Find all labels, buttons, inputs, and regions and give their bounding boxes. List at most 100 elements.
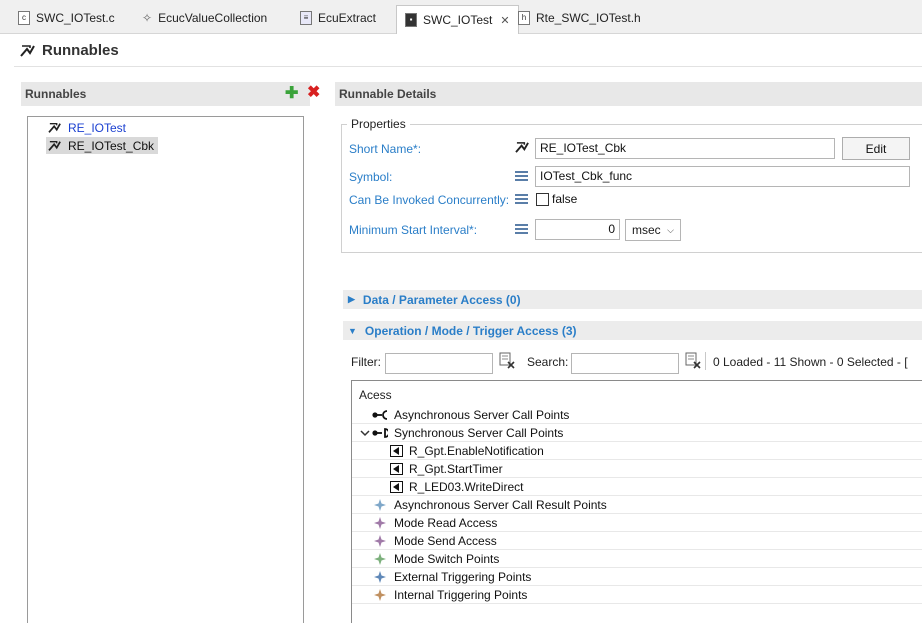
runnables-panel-header: Runnables ✚ ✖: [21, 82, 320, 106]
mode-switch-icon: [372, 552, 388, 566]
section-title: Operation / Mode / Trigger Access (3): [364, 323, 577, 338]
clear-filter-icon[interactable]: [499, 352, 515, 369]
list-icon: [515, 171, 528, 182]
properties-group-label: Properties: [347, 117, 410, 131]
table-row[interactable]: Asynchronous Server Call Points: [352, 406, 922, 424]
swc-icon: ▪: [405, 13, 417, 27]
chevron-down-icon: ▼: [348, 325, 357, 336]
table-row[interactable]: R_Gpt.EnableNotification: [352, 442, 922, 460]
interval-unit-value: msec: [632, 223, 661, 237]
filter-label: Filter:: [351, 355, 381, 369]
interval-label: Minimum Start Interval*:: [349, 223, 478, 237]
table-row[interactable]: Mode Switch Points: [352, 550, 922, 568]
internal-trigger-icon: [372, 588, 388, 602]
page-title-text: Runnables: [42, 42, 119, 59]
chevron-down-icon[interactable]: [357, 426, 373, 440]
async-result-icon: [372, 498, 388, 512]
list-item-re-iotest-cbk[interactable]: RE_IOTest_Cbk: [46, 137, 159, 154]
column-header: Acess: [359, 388, 392, 402]
list-item-label: RE_IOTest_Cbk: [68, 138, 155, 153]
clear-search-icon[interactable]: [685, 352, 701, 369]
row-label: Asynchronous Server Call Result Points: [394, 497, 607, 512]
divider: [705, 352, 706, 370]
filter-input[interactable]: [385, 353, 493, 374]
port-operation-icon: [388, 462, 404, 476]
port-operation-icon: [388, 480, 404, 494]
close-icon[interactable]: ✕: [500, 14, 509, 27]
tab-swc-iotest-c[interactable]: c SWC_IOTest.c: [10, 7, 123, 29]
divider: [14, 66, 922, 67]
editor-tab-bar: c SWC_IOTest.c ✧ EcucValueCollection ≡ E…: [0, 0, 922, 34]
short-name-field[interactable]: RE_IOTest_Cbk: [535, 138, 835, 159]
ecu-extract-icon: ≡: [300, 11, 312, 25]
row-label: R_Gpt.EnableNotification: [409, 443, 544, 458]
row-label: Internal Triggering Points: [394, 587, 528, 602]
search-input[interactable]: [571, 353, 679, 374]
status-text: 0 Loaded - 11 Shown - 0 Selected - [: [713, 355, 908, 369]
table-row[interactable]: Synchronous Server Call Points: [352, 424, 922, 442]
tab-swc-iotest[interactable]: ▪ SWC_IOTest ✕: [396, 5, 519, 34]
table-row[interactable]: Mode Send Access: [352, 532, 922, 550]
row-label: Asynchronous Server Call Points: [394, 407, 570, 422]
row-label: Mode Send Access: [394, 533, 497, 548]
runnable-details-header: Runnable Details: [335, 82, 922, 106]
tab-rte-swc-iotest-h[interactable]: h Rte_SWC_IOTest.h: [510, 7, 649, 29]
list-icon: [515, 194, 528, 205]
runnable-icon: [48, 122, 61, 133]
runnable-icon: [515, 142, 529, 153]
runnables-panel-title: Runnables: [25, 87, 87, 101]
row-label: R_Gpt.StartTimer: [409, 461, 503, 476]
table-row[interactable]: External Triggering Points: [352, 568, 922, 586]
port-operation-icon: [388, 444, 404, 458]
list-item-label: RE_IOTest: [68, 120, 127, 135]
runnables-list: RE_IOTest RE_IOTest_Cbk: [27, 116, 304, 623]
concurrent-checkbox[interactable]: [536, 193, 549, 206]
table-row[interactable]: R_LED03.WriteDirect: [352, 478, 922, 496]
runnable-icon: [48, 140, 61, 151]
tab-label: SWC_IOTest: [423, 13, 493, 27]
symbol-label: Symbol:: [349, 170, 393, 184]
mode-send-icon: [372, 534, 388, 548]
mode-read-icon: [372, 516, 388, 530]
row-label: Synchronous Server Call Points: [394, 425, 564, 440]
symbol-field[interactable]: IOTest_Cbk_func: [535, 166, 910, 187]
ecuc-collection-icon: ✧: [142, 11, 153, 25]
tab-ecuc-value-collection[interactable]: ✧ EcucValueCollection: [134, 7, 275, 29]
row-label: Mode Read Access: [394, 515, 498, 530]
list-icon: [515, 224, 528, 235]
add-runnable-button[interactable]: ✚: [285, 86, 298, 102]
sync-call-icon: [372, 426, 388, 440]
external-trigger-icon: [372, 570, 388, 584]
runnable-details-title: Runnable Details: [339, 87, 437, 101]
c-file-icon: c: [18, 11, 30, 25]
row-label: External Triggering Points: [394, 569, 532, 584]
tab-label: EcucValueCollection: [158, 11, 268, 25]
tab-ecu-extract[interactable]: ≡ EcuExtract: [292, 7, 384, 29]
row-label: R_LED03.WriteDirect: [409, 479, 524, 494]
tab-label: Rte_SWC_IOTest.h: [536, 11, 641, 25]
edit-button[interactable]: Edit: [842, 137, 910, 160]
tab-label: EcuExtract: [318, 11, 377, 25]
chevron-down-icon: ⌵: [667, 224, 674, 235]
section-title: Data / Parameter Access (0): [362, 292, 521, 307]
short-name-label: Short Name*:: [349, 142, 422, 156]
row-label: Mode Switch Points: [394, 551, 500, 566]
table-row[interactable]: Internal Triggering Points: [352, 586, 922, 604]
tab-label: SWC_IOTest.c: [36, 11, 115, 25]
operation-mode-trigger-access-section[interactable]: ▼ Operation / Mode / Trigger Access (3): [343, 321, 922, 340]
list-item-re-iotest[interactable]: RE_IOTest: [46, 119, 130, 136]
async-call-icon: [372, 408, 388, 422]
interval-unit-select[interactable]: msec ⌵: [625, 219, 681, 241]
delete-runnable-button[interactable]: ✖: [307, 85, 320, 101]
runnable-icon: [20, 44, 35, 57]
table-row[interactable]: R_Gpt.StartTimer: [352, 460, 922, 478]
h-file-icon: h: [518, 11, 530, 25]
concurrent-label: Can Be Invoked Concurrently:: [349, 193, 510, 207]
page-title: Runnables: [20, 42, 119, 59]
table-row[interactable]: Mode Read Access: [352, 514, 922, 532]
access-tree-table: Acess Asynchronous Server Call Points Sy…: [351, 380, 922, 623]
interval-field[interactable]: 0: [535, 219, 620, 240]
chevron-right-icon: ▶: [348, 294, 355, 304]
table-row[interactable]: Asynchronous Server Call Result Points: [352, 496, 922, 514]
data-parameter-access-section[interactable]: ▶ Data / Parameter Access (0): [343, 290, 922, 309]
